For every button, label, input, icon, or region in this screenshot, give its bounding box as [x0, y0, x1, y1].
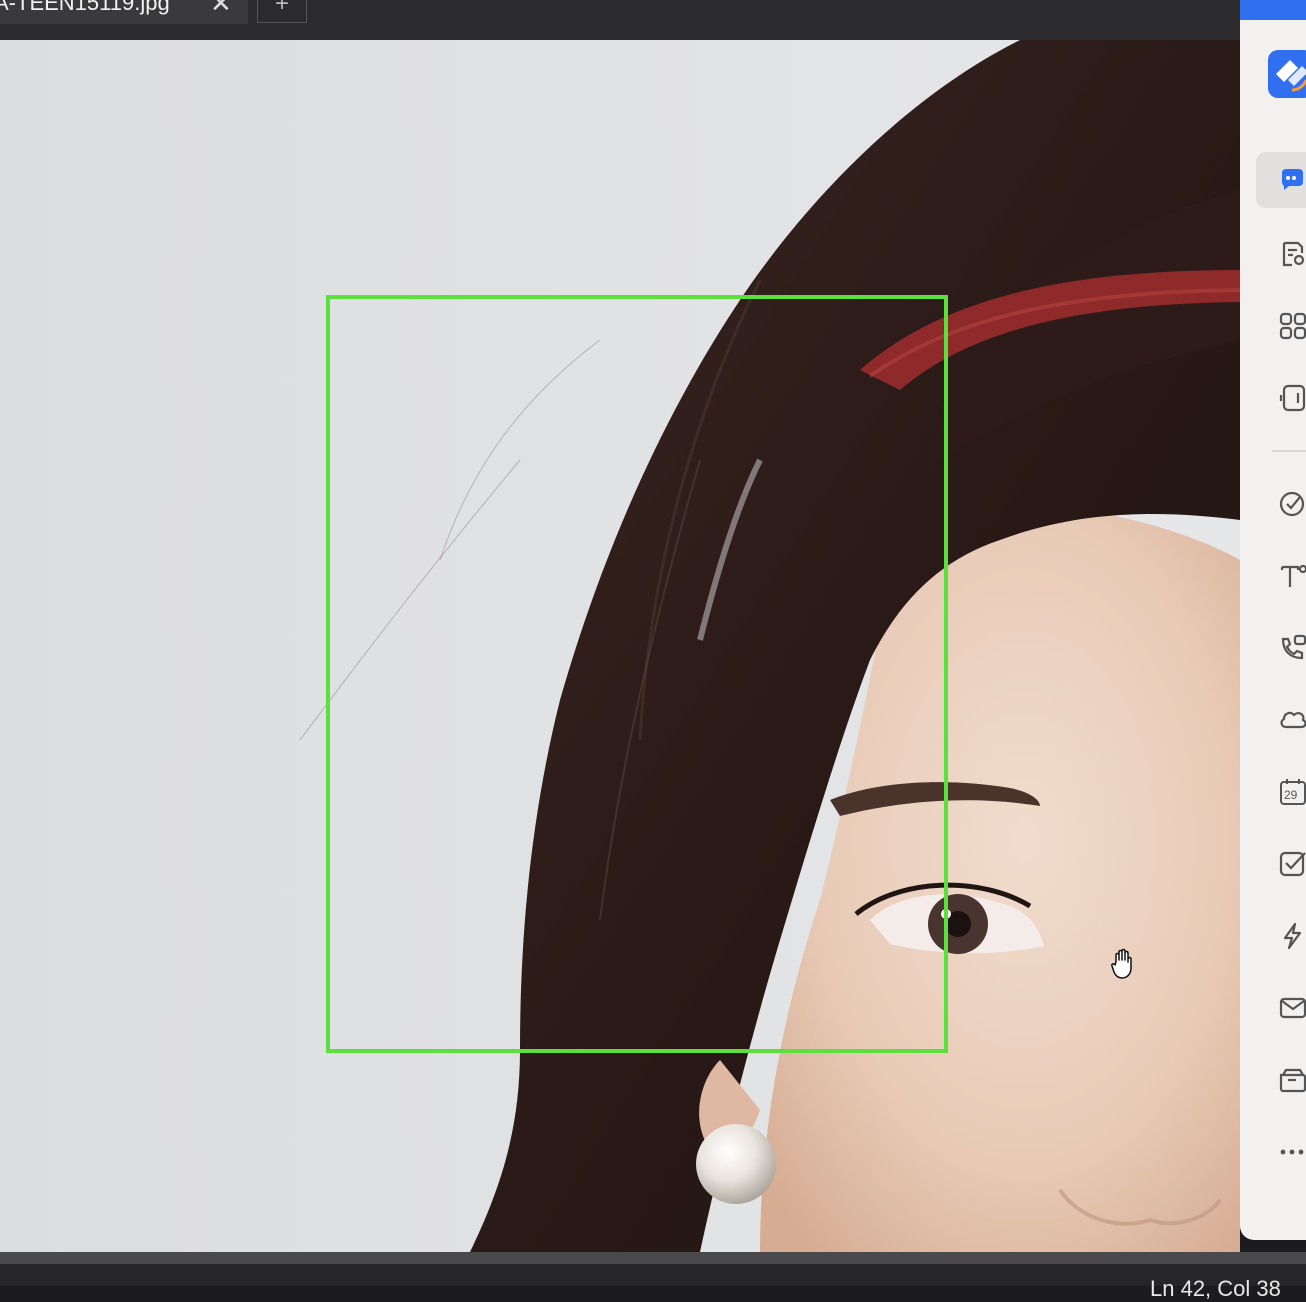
tablet-icon[interactable]: [1256, 370, 1306, 426]
calendar-icon[interactable]: 29: [1256, 764, 1306, 820]
tab-title: A-TEEN15119.jpg: [0, 0, 170, 15]
close-icon[interactable]: ✕: [210, 0, 232, 16]
image-viewport[interactable]: [0, 40, 1240, 1252]
text-format-icon[interactable]: [1256, 548, 1306, 604]
phone-calendar-icon[interactable]: [1256, 620, 1306, 676]
svg-text:29: 29: [1284, 788, 1298, 802]
side-panel: 29: [1240, 0, 1306, 1240]
tab-image-file[interactable]: A-TEEN15119.jpg ✕: [0, 0, 248, 24]
panel-divider: [1272, 450, 1306, 452]
mail-icon[interactable]: [1256, 980, 1306, 1036]
document-search-icon[interactable]: [1256, 226, 1306, 282]
chat-bubbles-icon[interactable]: [1256, 152, 1306, 208]
tab-bar: A-TEEN15119.jpg ✕ +: [0, 0, 1240, 40]
more-icon[interactable]: [1256, 1124, 1306, 1180]
new-tab-button[interactable]: +: [257, 0, 307, 23]
panel-top-strip: [1240, 0, 1306, 20]
lightning-icon[interactable]: [1256, 908, 1306, 964]
apps-grid-icon[interactable]: [1256, 298, 1306, 354]
cloud-icon[interactable]: [1256, 692, 1306, 748]
cursor-position[interactable]: Ln 42, Col 38: [1150, 1276, 1281, 1302]
checkbox-icon[interactable]: [1256, 836, 1306, 892]
hand-cursor-icon: [1111, 948, 1132, 979]
bounding-box[interactable]: [326, 295, 948, 1053]
status-bar: Ln 42, Col 38: [0, 1252, 1306, 1301]
folder-icon[interactable]: [1256, 1052, 1306, 1108]
app-logo-icon[interactable]: [1268, 50, 1306, 98]
target-check-icon[interactable]: [1256, 476, 1306, 532]
